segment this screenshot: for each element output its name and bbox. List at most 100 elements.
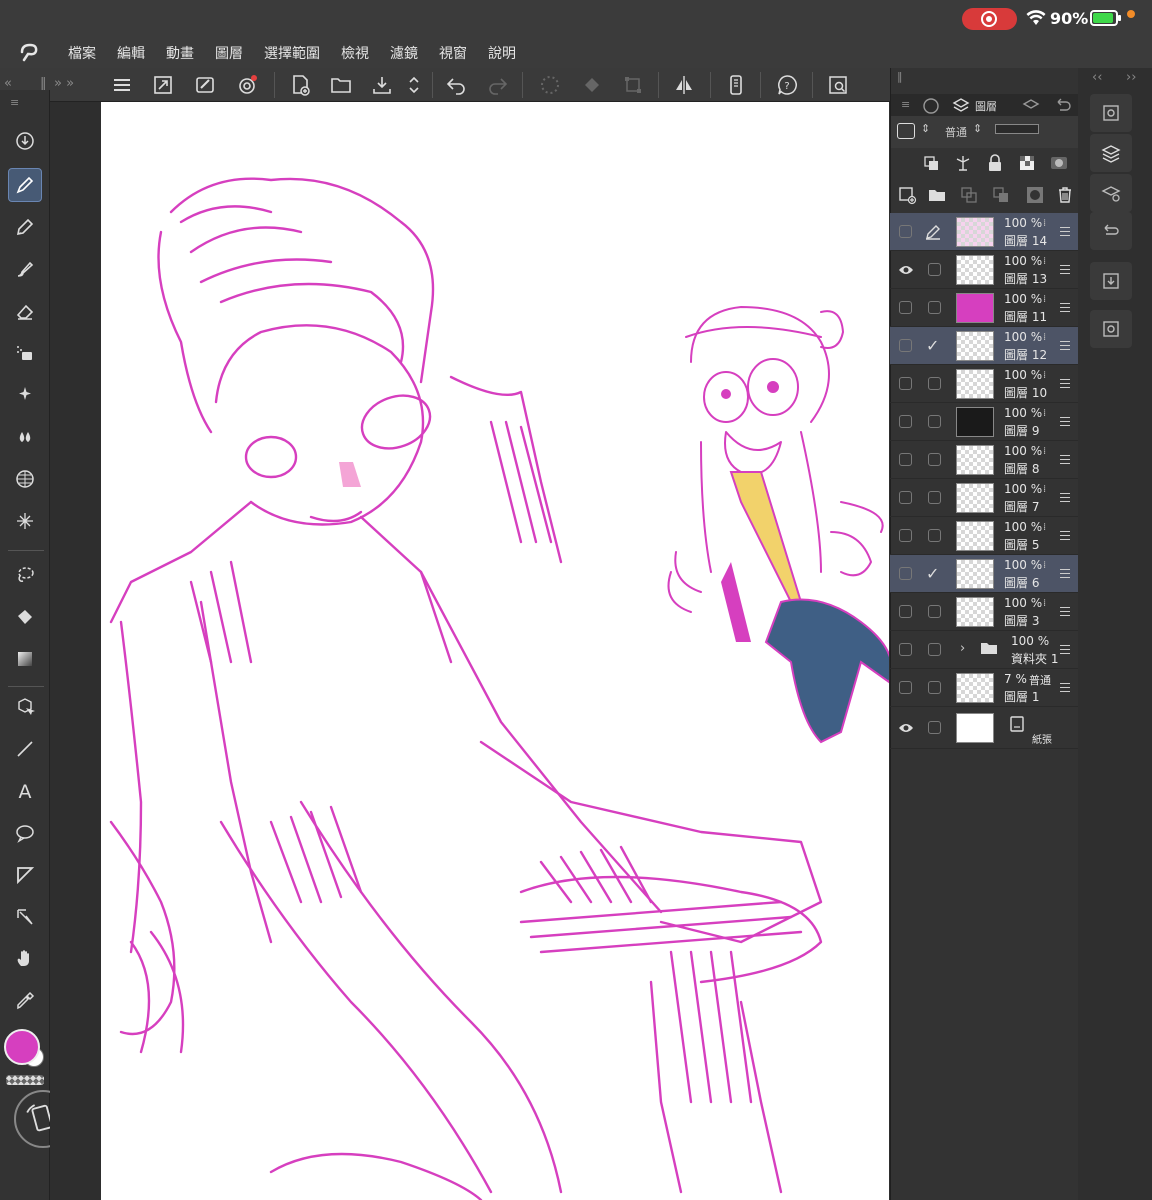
layer-color-box[interactable] [897, 123, 915, 139]
pencil-tool-icon[interactable] [8, 210, 42, 244]
navigator-palette-button[interactable] [1090, 94, 1132, 132]
collapse-left-icon[interactable]: « [4, 76, 12, 91]
layer-row[interactable]: ✓ 100 % ⁞ 圖層 12 [890, 327, 1078, 365]
download-tool-icon[interactable] [8, 124, 42, 158]
panel-grip-icon[interactable]: ≡ [901, 98, 910, 111]
new-file-icon[interactable] [288, 73, 312, 97]
airbrush-tool-icon[interactable] [8, 336, 42, 370]
transparent-color-swatch[interactable] [6, 1075, 44, 1085]
blend-mode-select[interactable]: 普通 [945, 124, 967, 140]
brush-tool-icon[interactable] [8, 252, 42, 286]
search-canvas-icon[interactable] [826, 73, 850, 97]
drag-handle-icon[interactable] [1060, 645, 1070, 655]
visibility-checkbox[interactable] [899, 301, 912, 314]
transfer-down-icon[interactable] [959, 185, 979, 205]
checkmark-icon[interactable]: ✓ [926, 336, 939, 355]
clip-icon[interactable] [921, 153, 941, 173]
menu-file[interactable]: 檔案 [68, 43, 96, 63]
history-palette-button[interactable] [1090, 212, 1132, 250]
reference-icon[interactable] [953, 153, 973, 173]
visibility-checkbox[interactable] [899, 339, 912, 352]
paper-layer-row[interactable]: 紙張 [890, 707, 1078, 749]
edit-checkbox[interactable] [928, 529, 941, 542]
tab-material[interactable] [1021, 96, 1041, 116]
eye-icon[interactable] [898, 262, 914, 278]
lock-transparent-icon[interactable] [1017, 153, 1037, 173]
menu-animation[interactable]: 動畫 [166, 43, 194, 63]
hand-tool-icon[interactable] [8, 942, 42, 976]
companion-icon[interactable] [235, 73, 259, 97]
edit-checkbox[interactable] [928, 415, 941, 428]
drag-handle-icon[interactable] [1060, 265, 1070, 275]
chevron-updown-icon[interactable]: ⇕ [973, 122, 982, 135]
balloon-tool-icon[interactable] [8, 816, 42, 850]
layer-row[interactable]: 7 % 普通 圖層 1 [890, 669, 1078, 707]
drag-handle-icon[interactable] [1060, 379, 1070, 389]
menu-edit[interactable]: 編輯 [117, 43, 145, 63]
chevron-right-icon[interactable]: › [960, 641, 965, 656]
drag-handle-icon[interactable] [1060, 227, 1070, 237]
menu-window[interactable]: 視窗 [439, 43, 467, 63]
visibility-checkbox[interactable] [899, 643, 912, 656]
undo-icon[interactable] [444, 73, 468, 97]
layer-mask-icon[interactable] [1025, 185, 1045, 205]
decoration-tool-icon[interactable] [8, 378, 42, 412]
mask-icon[interactable] [1049, 153, 1069, 173]
trash-icon[interactable] [1055, 185, 1075, 205]
visibility-checkbox[interactable] [899, 605, 912, 618]
main-color-swatch[interactable] [4, 1029, 40, 1065]
chevron-updown-icon[interactable] [402, 73, 426, 97]
new-folder-icon[interactable] [927, 185, 947, 205]
drag-handle-icon[interactable] [1060, 607, 1070, 617]
layer-row[interactable]: 100 % ⁞ 圖層 7 [890, 479, 1078, 517]
materials-palette-button[interactable] [1090, 174, 1132, 212]
collapse-left-icon[interactable]: ‹‹ [1092, 70, 1102, 85]
merge-down-icon[interactable] [991, 185, 1011, 205]
visibility-checkbox[interactable] [899, 491, 912, 504]
visibility-checkbox[interactable] [899, 529, 912, 542]
line-tool-icon[interactable] [8, 732, 42, 766]
drag-handle-icon[interactable] [1060, 531, 1070, 541]
layer-row[interactable]: 100 % ⁞ 圖層 14 [890, 213, 1078, 251]
import-palette-button[interactable] [1090, 262, 1132, 300]
edit-checkbox[interactable] [928, 377, 941, 390]
gradient-tool-icon[interactable] [8, 642, 42, 676]
open-folder-icon[interactable] [329, 73, 353, 97]
lock-icon[interactable] [985, 153, 1005, 173]
new-raster-layer-icon[interactable] [897, 185, 917, 205]
eyedropper-tool-icon[interactable] [8, 984, 42, 1018]
expand-icon[interactable]: » » [54, 76, 74, 91]
opacity-slider[interactable] [995, 124, 1039, 134]
object-select-tool-icon[interactable] [8, 690, 42, 724]
visibility-checkbox[interactable] [899, 225, 912, 238]
edit-checkbox[interactable] [928, 453, 941, 466]
eraser-tool-icon[interactable] [8, 294, 42, 328]
redo-icon[interactable] [486, 73, 510, 97]
operation-tool-icon[interactable] [8, 900, 42, 934]
panel-grip-icon[interactable]: ‖ [40, 76, 47, 91]
fit-canvas-icon[interactable] [151, 73, 175, 97]
layer-row[interactable]: 100 % ⁞ 圖層 11 [890, 289, 1078, 327]
hamburger-menu-icon[interactable] [110, 73, 134, 97]
fill-selection-icon[interactable] [580, 73, 604, 97]
layer-row[interactable]: 100 % ⁞ 圖層 3 [890, 593, 1078, 631]
expand-icon[interactable]: ›› [1126, 70, 1136, 85]
edit-checkbox[interactable] [928, 721, 941, 734]
fill-tool-icon[interactable] [8, 600, 42, 634]
sub-view-palette-button[interactable] [1090, 310, 1132, 348]
edit-checkbox[interactable] [928, 301, 941, 314]
menu-help[interactable]: 說明 [488, 43, 516, 63]
loading-icon[interactable] [538, 73, 562, 97]
layers-tab-icon[interactable] [951, 96, 971, 116]
drag-handle-icon[interactable] [1060, 683, 1070, 693]
edit-checkbox[interactable] [928, 491, 941, 504]
frame-tool-icon[interactable] [8, 858, 42, 892]
text-tool-icon[interactable]: A [8, 774, 42, 808]
blend-tool-icon[interactable] [8, 420, 42, 454]
sparkle-tool-icon[interactable] [8, 504, 42, 538]
help-icon[interactable]: ? [775, 73, 799, 97]
visibility-checkbox[interactable] [899, 415, 912, 428]
menu-view[interactable]: 檢視 [341, 43, 369, 63]
screen-recording-indicator[interactable] [962, 8, 1017, 30]
layer-row[interactable]: 100 % ⁞ 圖層 8 [890, 441, 1078, 479]
